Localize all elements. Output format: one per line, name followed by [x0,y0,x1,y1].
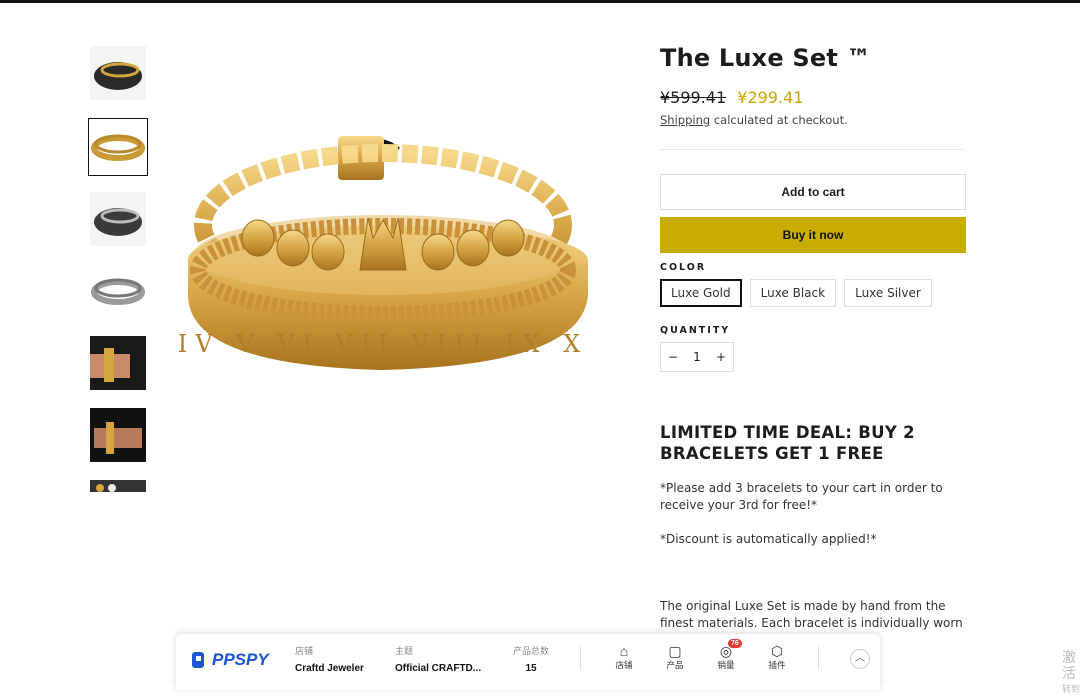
home-icon: ⌂ [619,643,629,659]
ppspy-logo-icon [192,652,204,668]
color-option-luxe-gold[interactable]: Luxe Gold [660,279,742,307]
product-info: The Luxe Set ™ ¥599.41 ¥299.41 Shipping … [660,44,966,649]
description-paragraph-1: *Please add 3 bracelets to your cart in … [660,481,943,512]
ppspy-logo[interactable]: PPSPY [190,650,269,670]
quantity-input[interactable]: 1 [685,350,709,364]
quantity-stepper: − 1 + [660,342,734,372]
store-label: 店铺 [295,646,314,656]
thumbnail-6[interactable] [90,408,146,462]
ppspy-toolbar: PPSPY 店铺 Craftd Jeweler 主题 Official CRAF… [176,634,880,690]
color-label: COLOR [660,262,707,273]
svg-text:IV V VI VII VIII IX X: IV V VI VII VIII IX X [178,330,588,358]
thumbnail-2[interactable] [88,118,148,176]
shipping-note: Shipping calculated at checkout. [660,113,966,127]
color-options: Luxe Gold Luxe Black Luxe Silver [660,279,966,307]
shipping-link[interactable]: Shipping [660,113,710,127]
watermark-line-2: 转到 [1062,685,1080,695]
thumbnail-5[interactable] [90,336,146,390]
separator [818,646,819,670]
theme-value: Official CRAFTD... [395,663,482,674]
buy-now-button[interactable]: Buy it now [660,217,966,253]
product-count-info: 产品总数 15 [513,644,549,674]
quantity-label: QUANTITY [660,325,731,336]
nav-plugins[interactable]: ⬡ 插件 [762,643,792,671]
thumbnail-7[interactable] [90,480,146,492]
quantity-increase-button[interactable]: + [709,350,733,364]
nav-products[interactable]: ▢ 产品 [660,643,690,671]
color-option-luxe-black[interactable]: Luxe Black [749,279,837,307]
watermark-line-1: 激活 [1062,650,1076,682]
price-row: ¥599.41 ¥299.41 [660,88,966,107]
collapse-icon[interactable]: ︿ [850,649,870,669]
shipping-text: calculated at checkout. [710,113,848,127]
quantity-decrease-button[interactable]: − [661,350,685,364]
product-count-value: 15 [525,663,537,674]
nav-store[interactable]: ⌂ 店铺 [609,643,639,671]
color-option-luxe-silver[interactable]: Luxe Silver [844,279,932,307]
separator [580,646,581,670]
cube-icon: ⬡ [770,643,784,659]
original-price: ¥599.41 [660,88,727,107]
bag-icon: ▢ [668,643,682,659]
product-count-label: 产品总数 [513,646,550,656]
product-title: The Luxe Set ™ [660,44,871,72]
theme-info: 主题 Official CRAFTD... [395,644,481,674]
add-to-cart-button[interactable]: Add to cart [660,174,966,210]
sale-price: ¥299.41 [737,88,804,107]
activation-watermark: 激活 转到 [1062,650,1080,698]
nav-products-label: 产品 [666,660,684,670]
divider [660,149,966,150]
sales-badge: 76 [728,639,742,648]
ppspy-logo-text: PPSPY [212,650,269,669]
description-paragraph-2: *Discount is automatically applied!* [660,532,877,546]
thumbnail-4[interactable] [90,264,146,318]
nav-store-label: 店铺 [615,660,633,670]
store-value: Craftd Jeweler [295,663,364,674]
main-product-image: IV V VI VII VIII IX X [178,120,598,390]
thumbnail-1[interactable] [90,46,146,100]
nav-sales[interactable]: ◎ 76 销量 [711,639,742,671]
nav-plugins-label: 插件 [768,660,786,670]
top-bar [0,0,1080,3]
thumbnail-3[interactable] [90,192,146,246]
theme-label: 主题 [395,646,414,656]
nav-sales-label: 销量 [717,660,735,670]
deal-heading: LIMITED TIME DEAL: BUY 2 BRACELETS GET 1… [660,423,915,463]
store-info: 店铺 Craftd Jeweler [295,644,364,674]
